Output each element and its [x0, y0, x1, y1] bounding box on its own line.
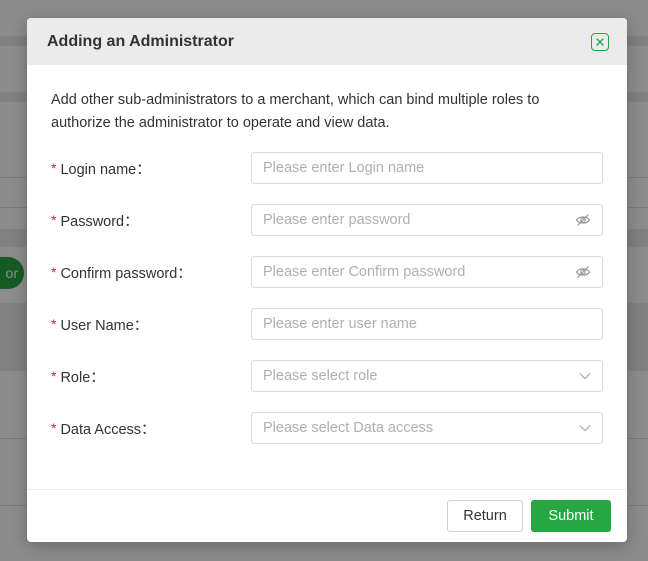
user-name-field-box [251, 308, 603, 340]
close-button[interactable] [591, 32, 609, 51]
role-label: * Role： [51, 366, 251, 387]
required-marker: * [51, 160, 57, 176]
required-marker: * [51, 264, 57, 280]
return-button[interactable]: Return [447, 500, 523, 532]
required-marker: * [51, 316, 57, 332]
user-name-label-text: User Name： [60, 317, 149, 334]
confirm-password-field-box [251, 256, 603, 288]
required-marker: * [51, 368, 57, 384]
eye-hidden-icon[interactable] [575, 213, 591, 227]
administrator-form: * Login name： * Password： * Confirm pass… [51, 152, 603, 444]
role-placeholder: Please select role [263, 368, 378, 384]
confirm-password-label-text: Confirm password： [60, 265, 192, 282]
confirm-password-label: * Confirm password： [51, 262, 251, 283]
chevron-down-icon [579, 372, 591, 380]
login-name-input[interactable] [263, 160, 591, 176]
form-row-data-access: * Data Access： Please select Data access [51, 412, 603, 444]
chevron-down-icon [579, 424, 591, 432]
eye-hidden-icon[interactable] [575, 265, 591, 279]
login-name-field-box [251, 152, 603, 184]
dialog-body: Add other sub-administrators to a mercha… [27, 65, 627, 444]
form-row-login-name: * Login name： [51, 152, 603, 184]
confirm-password-input[interactable] [263, 264, 575, 280]
data-access-placeholder: Please select Data access [263, 420, 434, 436]
login-name-label: * Login name： [51, 158, 251, 179]
submit-button[interactable]: Submit [531, 500, 611, 532]
login-name-label-text: Login name： [60, 161, 151, 178]
form-row-user-name: * User Name： [51, 308, 603, 340]
dialog-footer: Return Submit [27, 489, 627, 542]
dialog-header: Adding an Administrator [27, 18, 627, 65]
dialog-title: Adding an Administrator [47, 32, 234, 50]
data-access-select[interactable]: Please select Data access [251, 412, 603, 444]
password-field-box [251, 204, 603, 236]
add-administrator-dialog: Adding an Administrator Add other sub-ad… [27, 18, 627, 542]
user-name-input[interactable] [263, 316, 591, 332]
password-label: * Password： [51, 210, 251, 231]
role-select[interactable]: Please select role [251, 360, 603, 392]
form-row-confirm-password: * Confirm password： [51, 256, 603, 288]
password-input[interactable] [263, 212, 575, 228]
role-label-text: Role： [60, 369, 105, 386]
required-marker: * [51, 212, 57, 228]
data-access-label: * Data Access： [51, 418, 251, 439]
user-name-label: * User Name： [51, 314, 251, 335]
dialog-description: Add other sub-administrators to a mercha… [51, 92, 540, 131]
required-marker: * [51, 420, 57, 436]
data-access-label-text: Data Access： [60, 421, 156, 438]
form-row-password: * Password： [51, 204, 603, 236]
password-label-text: Password： [60, 213, 139, 230]
form-row-role: * Role： Please select role [51, 360, 603, 392]
close-icon [596, 37, 604, 46]
